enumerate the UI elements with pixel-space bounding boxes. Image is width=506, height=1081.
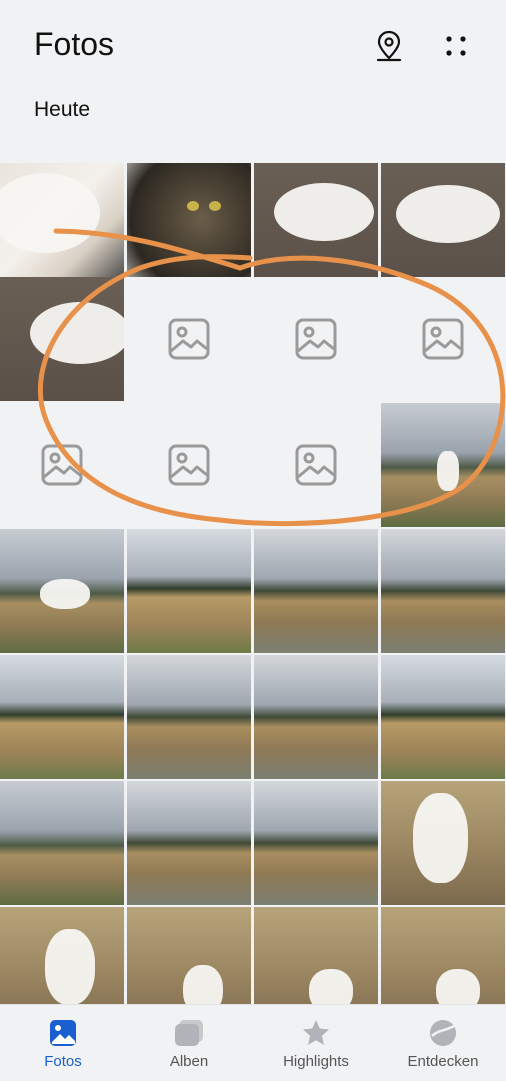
tab-label: Fotos [44,1053,82,1070]
photo-thumbnail[interactable] [254,781,378,905]
tab-fotos[interactable]: Fotos [0,1005,126,1081]
image-placeholder-icon [41,444,83,486]
image-placeholder-icon [422,318,464,360]
tab-entdecken[interactable]: Entdecken [380,1005,506,1081]
photo-thumbnail[interactable] [0,655,124,779]
albums-icon [175,1020,203,1046]
image-placeholder-icon [295,444,337,486]
photo-thumbnail[interactable] [127,163,251,287]
photo-thumbnail[interactable] [127,781,251,905]
photo-thumbnail[interactable] [381,655,505,779]
photo-thumbnail[interactable] [127,655,251,779]
bottom-tab-bar: Fotos Alben Highlights Entdecken [0,1004,506,1081]
photo-thumbnail[interactable] [127,529,251,653]
photo-thumbnail[interactable] [254,163,378,287]
more-button[interactable] [438,28,474,64]
photo-thumbnail[interactable] [254,655,378,779]
photo-thumbnail[interactable] [0,781,124,905]
tab-label: Entdecken [407,1053,479,1070]
star-icon [303,1020,329,1045]
section-date-heading: Heute [34,98,91,121]
photo-thumbnail[interactable] [254,529,378,653]
tab-alben[interactable]: Alben [126,1005,252,1081]
photo-thumbnail[interactable] [381,163,505,287]
photo-thumbnail[interactable] [381,529,505,653]
location-pin-icon [376,30,402,62]
image-placeholder-icon [168,444,210,486]
tab-label: Alben [169,1053,209,1070]
photo-thumbnail[interactable] [0,277,124,401]
location-button[interactable] [371,28,407,64]
app-header: Fotos Heute [0,0,506,160]
photo-placeholder[interactable] [254,277,378,401]
page-title: Fotos [34,26,115,62]
image-placeholder-icon [168,318,210,360]
photo-thumbnail[interactable] [381,403,505,527]
photos-icon [50,1020,76,1046]
photo-thumbnail[interactable] [0,163,124,287]
more-dots-icon [446,36,466,56]
discover-icon [430,1020,456,1046]
photo-placeholder[interactable] [381,277,505,401]
photo-placeholder[interactable] [254,403,378,527]
image-placeholder-icon [295,318,337,360]
photo-thumbnail[interactable] [0,529,124,653]
photo-thumbnail[interactable] [381,781,505,905]
tab-label: Highlights [283,1053,349,1070]
photo-placeholder[interactable] [127,403,251,527]
photo-placeholder[interactable] [0,403,124,527]
tab-highlights[interactable]: Highlights [253,1005,379,1081]
photo-placeholder[interactable] [127,277,251,401]
